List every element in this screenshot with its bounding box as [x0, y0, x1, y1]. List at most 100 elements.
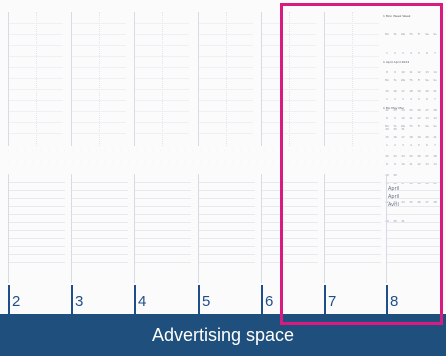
ruling-line [199, 34, 253, 35]
ruling-line [72, 214, 128, 215]
timeline-tick: · [256, 159, 257, 163]
timeline-tick: · [96, 148, 97, 152]
timeline-tick: · [32, 159, 33, 163]
timeline-tick: · [248, 148, 249, 152]
ruling-line [199, 182, 255, 183]
timeline-tick: · [16, 159, 17, 163]
ruling-line [9, 190, 65, 191]
day-number: 6 [265, 293, 274, 310]
ruling-line [9, 111, 63, 112]
bottom-column-2 [71, 174, 128, 283]
timeline-tick: · [128, 159, 129, 163]
ruling-line [135, 133, 189, 134]
ruling-line [135, 214, 191, 215]
ruling-line [9, 133, 63, 134]
timeline-tick: · [272, 159, 273, 163]
timeline-tick: · [88, 159, 89, 163]
timeline-tick: · [176, 148, 177, 152]
ruling-line [72, 230, 128, 231]
timeline-tick: · [224, 159, 225, 163]
ruling-line [199, 56, 253, 57]
highlight-frame [280, 3, 443, 325]
timeline-tick: · [256, 148, 257, 152]
ruling-line [199, 111, 253, 112]
timeline-tick: · [40, 159, 41, 163]
ruling-line [199, 23, 253, 24]
column-tuesday [71, 12, 126, 146]
ruling-line [72, 222, 128, 223]
ruling-line [72, 122, 126, 123]
ruling-line [72, 89, 126, 90]
timeline-tick: · [120, 159, 121, 163]
timeline-tick: · [56, 148, 57, 152]
ruling-line [199, 133, 253, 134]
timeline-tick: · [208, 159, 209, 163]
day-5: 5 [198, 285, 258, 315]
ruling-line [9, 56, 63, 57]
timeline-tick: · [104, 148, 105, 152]
bottom-column-3 [134, 174, 191, 283]
timeline-tick: · [40, 148, 41, 152]
timeline-tick: · [80, 148, 81, 152]
ruling-line [9, 222, 65, 223]
ruling-line [135, 34, 189, 35]
timeline-tick: · [152, 159, 153, 163]
timeline-tick: · [152, 148, 153, 152]
planner-page: 1 Mon Week Week Mo Tu We Th Fr Sa Su 1234567 8… [0, 0, 446, 356]
timeline-tick: · [184, 148, 185, 152]
ruling-line [72, 182, 128, 183]
column-monday [8, 12, 63, 146]
day-number: 5 [202, 293, 211, 310]
timeline-tick: · [112, 159, 113, 163]
timeline-tick: · [264, 148, 265, 152]
ruling-line [199, 78, 253, 79]
ruling-line [135, 222, 191, 223]
timeline-tick: · [56, 159, 57, 163]
day-3: 3 [71, 285, 131, 315]
timeline-tick: · [8, 159, 9, 163]
day-2: 2 [8, 285, 68, 315]
timeline-tick: · [80, 159, 81, 163]
timeline-tick: · [112, 148, 113, 152]
timeline-tick: · [128, 148, 129, 152]
timeline-tick: · [32, 148, 33, 152]
ruling-line [9, 238, 65, 239]
timeline-tick: · [72, 159, 73, 163]
ruling-line [9, 122, 63, 123]
ruling-line [72, 111, 126, 112]
ruling-line [135, 254, 191, 255]
timeline-tick: · [160, 159, 161, 163]
day-4: 4 [134, 285, 194, 315]
ruling-line [72, 100, 126, 101]
ruling-line [9, 23, 63, 24]
ruling-line [9, 206, 65, 207]
ruling-line [9, 100, 63, 101]
bottom-column-4 [198, 174, 255, 283]
ruling-line [9, 45, 63, 46]
timeline-tick: · [248, 159, 249, 163]
ruling-line [72, 246, 128, 247]
ruling-line [72, 190, 128, 191]
ruling-line [199, 206, 255, 207]
timeline-tick: · [168, 159, 169, 163]
timeline-tick: · [88, 148, 89, 152]
timeline-tick: · [160, 148, 161, 152]
ruling-line [72, 238, 128, 239]
timeline-tick: · [8, 148, 9, 152]
ruling-line [9, 246, 65, 247]
ruling-line [199, 246, 255, 247]
ruling-line [135, 23, 189, 24]
ruling-line [199, 198, 255, 199]
day-number: 2 [12, 293, 21, 310]
timeline-tick: · [48, 148, 49, 152]
ruling-line [135, 190, 191, 191]
ruling-line [72, 34, 126, 35]
timeline-tick: · [64, 148, 65, 152]
ruling-line [135, 230, 191, 231]
timeline-tick: · [184, 159, 185, 163]
timeline-tick: · [136, 159, 137, 163]
timeline-tick: · [240, 148, 241, 152]
timeline-tick: · [216, 148, 217, 152]
timeline-tick: · [200, 148, 201, 152]
ruling-line [72, 254, 128, 255]
